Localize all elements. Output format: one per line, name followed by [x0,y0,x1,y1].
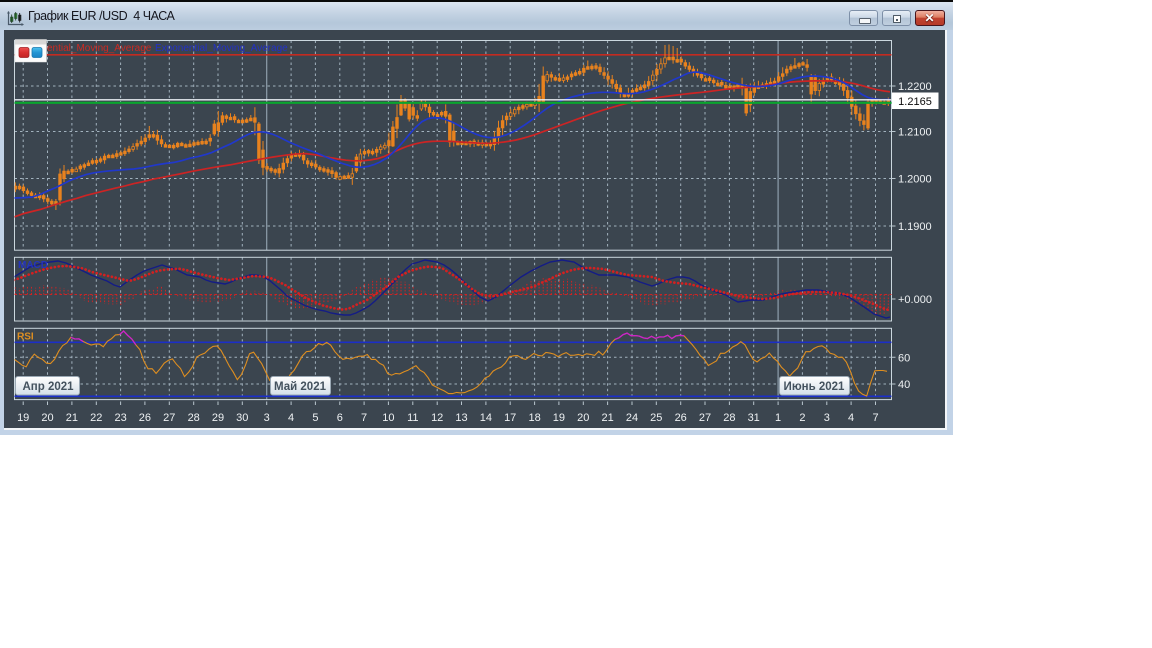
svg-text:10: 10 [382,412,394,424]
svg-text:7: 7 [872,412,878,424]
svg-text:Май 2021: Май 2021 [274,381,327,393]
svg-text:ential_Moving_Average: ential_Moving_Average [47,43,152,54]
svg-text:MACD: MACD [18,260,48,271]
svg-text:5: 5 [312,412,318,424]
svg-text:4: 4 [288,412,294,424]
svg-text:6: 6 [337,412,343,424]
svg-text:21: 21 [601,412,613,424]
svg-text:13: 13 [455,412,467,424]
svg-text:2: 2 [799,412,805,424]
svg-text:25: 25 [650,412,662,424]
svg-text:1.1900: 1.1900 [898,221,932,233]
svg-text:40: 40 [898,379,910,391]
svg-text:28: 28 [188,412,200,424]
svg-text:23: 23 [114,412,126,424]
svg-text:12: 12 [431,412,443,424]
svg-text:31: 31 [748,412,760,424]
svg-text:24: 24 [626,412,638,424]
svg-text:Exponential_Moving_Average: Exponential_Moving_Average [155,43,288,54]
svg-text:20: 20 [41,412,53,424]
svg-text:26: 26 [139,412,151,424]
svg-text:11: 11 [407,412,418,424]
svg-text:1.2200: 1.2200 [898,81,932,93]
svg-text:29: 29 [212,412,224,424]
svg-text:30: 30 [236,412,248,424]
svg-text:19: 19 [553,412,565,424]
svg-text:19: 19 [17,412,29,424]
svg-text:26: 26 [675,412,687,424]
svg-text:27: 27 [699,412,711,424]
svg-text:Апр 2021: Апр 2021 [22,381,74,393]
svg-text:28: 28 [723,412,735,424]
svg-text:1: 1 [775,412,781,424]
svg-text:3: 3 [264,412,270,424]
svg-text:1.2000: 1.2000 [898,174,932,186]
svg-text:14: 14 [480,412,492,424]
svg-text:18: 18 [528,412,540,424]
svg-text:20: 20 [577,412,589,424]
svg-text:3: 3 [824,412,830,424]
svg-text:+0.000: +0.000 [898,294,932,306]
svg-text:17: 17 [504,412,516,424]
svg-text:RSI: RSI [17,332,34,343]
svg-text:21: 21 [66,412,78,424]
svg-text:1.2165: 1.2165 [898,96,932,108]
svg-text:22: 22 [90,412,102,424]
svg-text:7: 7 [361,412,367,424]
svg-text:Июнь 2021: Июнь 2021 [784,381,845,393]
svg-text:4: 4 [848,412,854,424]
svg-text:60: 60 [898,352,910,364]
svg-text:1.2100: 1.2100 [898,127,932,139]
svg-text:27: 27 [163,412,175,424]
